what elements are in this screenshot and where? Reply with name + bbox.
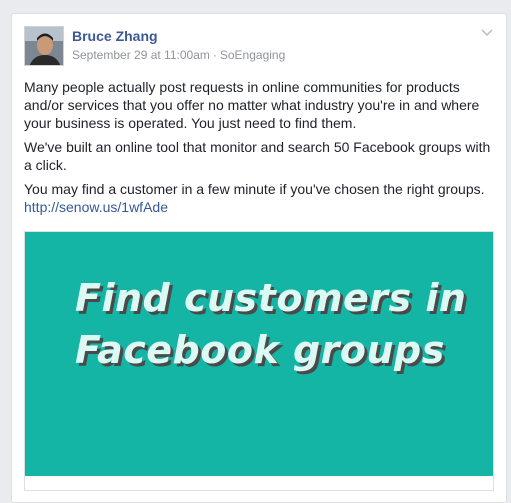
post-paragraph-3: You may find a customer in a few minute …	[24, 180, 494, 216]
attachment-headline-line1: Find customers in	[75, 276, 467, 320]
avatar-image	[25, 27, 63, 65]
post-card: Bruce Zhang September 29 at 11:00am · SoEn…	[11, 13, 507, 503]
post-body: Many people actually post requests in on…	[24, 78, 494, 222]
post-paragraph-1: Many people actually post requests in on…	[24, 79, 480, 131]
post-paragraph-3-text: You may find a customer in a few minute …	[24, 181, 485, 197]
timestamp-link[interactable]: September 29 at 11:00am	[72, 48, 210, 62]
post-link[interactable]: http://senow.us/1wfAde	[24, 198, 168, 216]
post-meta: September 29 at 11:00am · SoEngaging	[72, 48, 285, 62]
chevron-down-icon[interactable]	[480, 26, 494, 38]
attachment-image[interactable]: Find customers in Facebook groups	[25, 232, 493, 476]
attachment-headline-line2: Facebook groups	[75, 328, 445, 372]
author-name[interactable]: Bruce Zhang	[72, 28, 158, 44]
avatar[interactable]	[24, 26, 64, 66]
link-attachment[interactable]: Find customers in Facebook groups	[24, 231, 494, 491]
post-paragraph-2: We've built an online tool that monitor …	[24, 139, 491, 173]
post-header: Bruce Zhang September 29 at 11:00am · SoEn…	[24, 26, 494, 66]
meta-separator: ·	[212, 48, 217, 62]
page-link[interactable]: SoEngaging	[220, 48, 285, 62]
